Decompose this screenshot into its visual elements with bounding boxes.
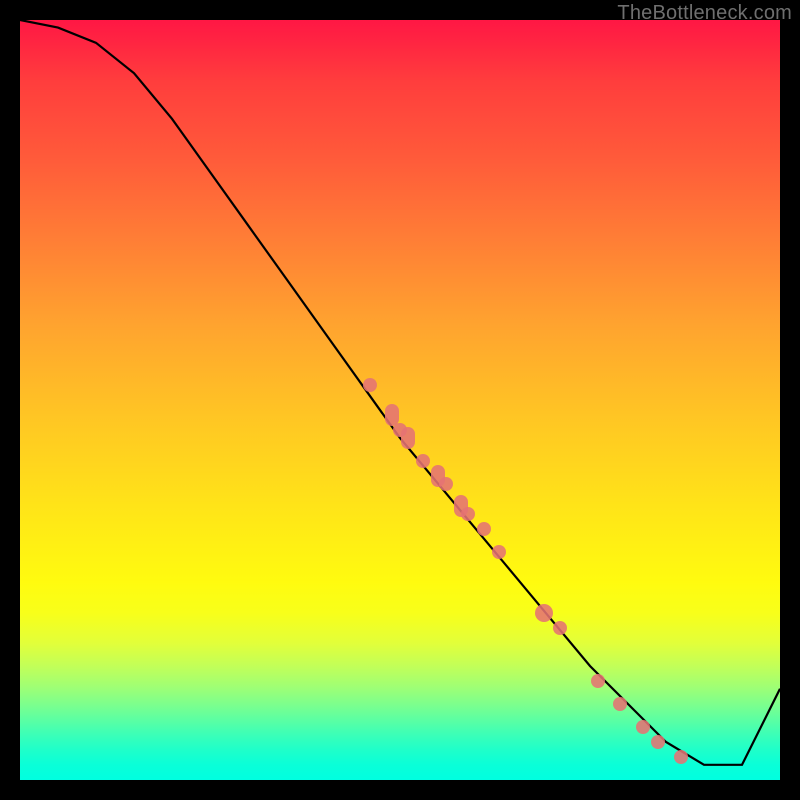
chart-frame: TheBottleneck.com (0, 0, 800, 800)
data-point-marker (477, 522, 491, 536)
data-point-marker (553, 621, 567, 635)
curve-path (20, 20, 780, 765)
data-point-marker (401, 427, 415, 449)
data-point-marker (492, 545, 506, 559)
data-point-marker (636, 720, 650, 734)
watermark-text: TheBottleneck.com (617, 2, 792, 25)
data-point-marker (363, 378, 377, 392)
curve-layer (20, 20, 780, 780)
data-point-marker (591, 674, 605, 688)
plot-area (20, 20, 780, 780)
data-point-marker (416, 454, 430, 468)
data-point-marker (439, 477, 453, 491)
